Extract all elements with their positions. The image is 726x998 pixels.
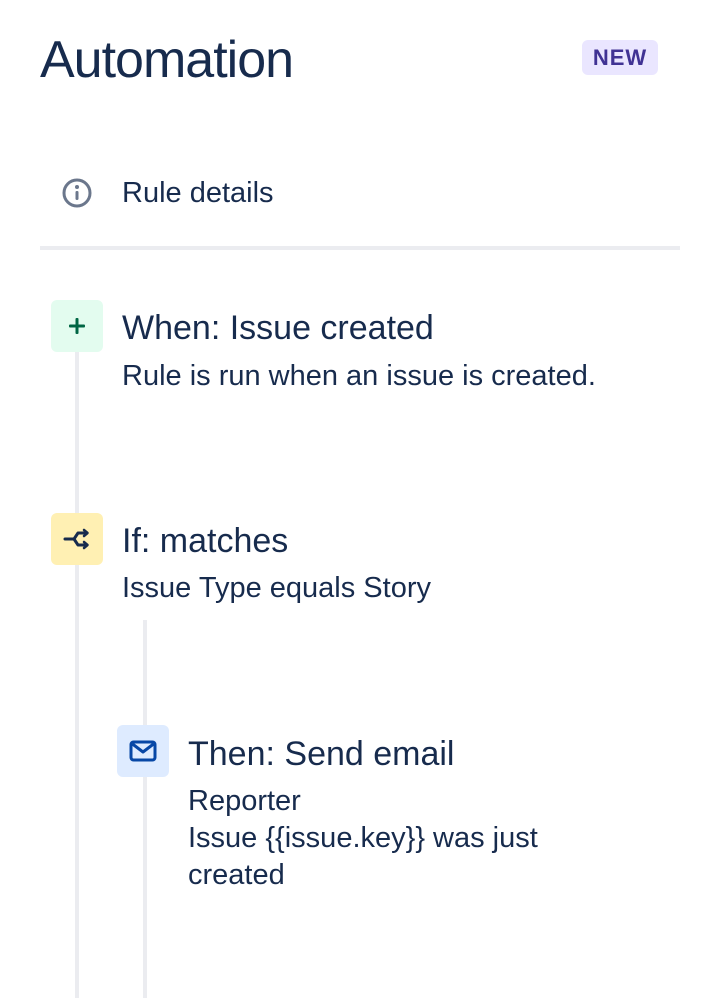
branch-icon	[51, 513, 103, 565]
trigger-title: When: Issue created	[122, 309, 434, 347]
condition-description: Issue Type equals Story	[122, 572, 431, 604]
email-icon	[117, 725, 169, 777]
divider	[40, 246, 680, 250]
branch-line	[143, 620, 147, 998]
action-title: Then: Send email	[188, 735, 455, 773]
rule-details-label: Rule details	[122, 176, 274, 209]
action-recipient: Reporter	[188, 785, 301, 817]
new-badge: NEW	[582, 40, 658, 75]
plus-icon	[51, 300, 103, 352]
condition-title: If: matches	[122, 522, 289, 560]
action-subject-line-1: Issue {{issue.key}} was just	[188, 822, 538, 854]
info-icon	[60, 176, 94, 210]
timeline-line	[75, 350, 79, 998]
action-description: Reporter Issue {{issue.key}} was just cr…	[188, 783, 608, 894]
rule-details-button[interactable]: Rule details	[60, 172, 274, 214]
page-title: Automation	[40, 31, 294, 89]
trigger-description: Rule is run when an issue is created.	[122, 360, 596, 392]
action-subject-line-2: created	[188, 859, 285, 891]
